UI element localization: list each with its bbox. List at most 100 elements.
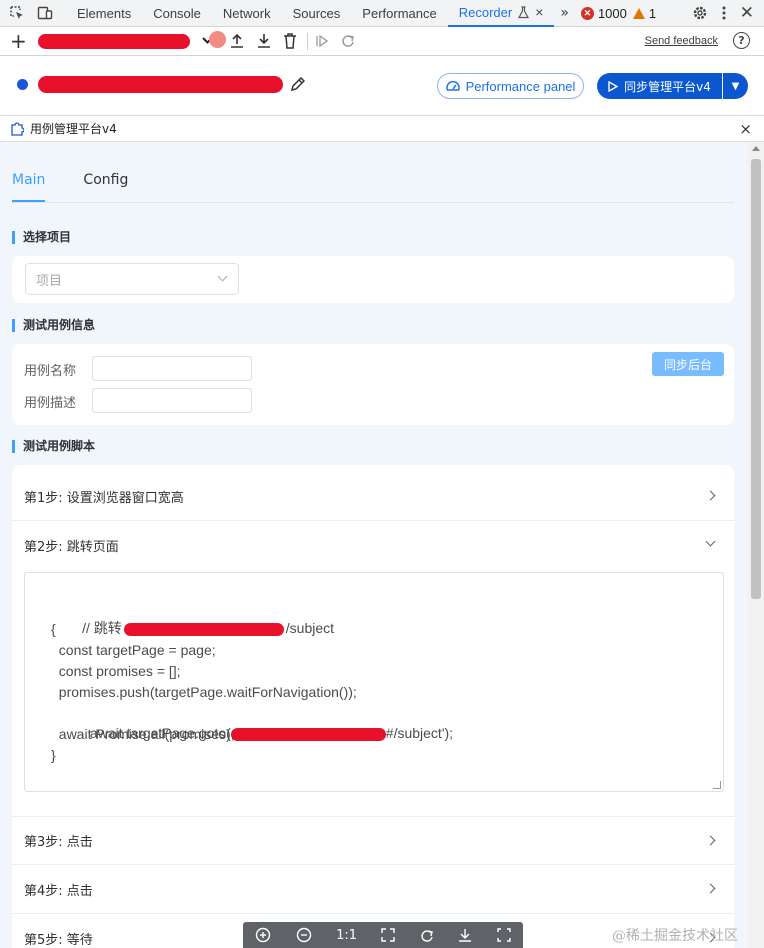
warning-icon	[632, 7, 645, 19]
import-download-icon[interactable]	[257, 33, 271, 49]
tab-config[interactable]: Config	[83, 172, 128, 202]
error-count: 1000	[597, 5, 627, 21]
step-row[interactable]: 第4步: 点击	[12, 865, 734, 914]
code-line: {	[51, 621, 56, 637]
tabs-divider	[12, 202, 734, 203]
code-line: await Promise.all(promises);	[51, 726, 235, 742]
recording-header: Performance panel 同步管理平台v4 ▼	[0, 56, 764, 116]
edit-pencil-icon[interactable]	[290, 77, 305, 92]
redacted-url	[230, 727, 386, 741]
code-line: const targetPage = page;	[51, 642, 216, 658]
script-title: 测试用例脚本	[12, 440, 95, 453]
code-comment-prefix: // 跳转	[82, 620, 122, 636]
recorder-toolbar: + Send feedback ?	[0, 27, 764, 56]
error-icon: ✕	[580, 6, 594, 20]
case-name-label: 用例名称	[24, 364, 77, 379]
fit-screen-icon[interactable]	[497, 928, 511, 942]
warning-count-badge[interactable]: 1	[632, 5, 657, 21]
close-extension-icon[interactable]: ×	[739, 120, 752, 138]
code-line: const promises = [];	[51, 663, 181, 679]
code-line: }	[51, 747, 56, 763]
scrollbar-thumb[interactable]	[751, 159, 761, 599]
project-card: 项目	[12, 256, 734, 303]
step-row[interactable]: 第1步: 设置浏览器窗口宽高	[12, 472, 734, 521]
zoom-in-icon[interactable]	[255, 927, 271, 943]
case-name-input[interactable]	[92, 356, 252, 381]
toolbar-divider	[307, 33, 308, 50]
step-code-textarea[interactable]: // 跳转/subject { const targetPage = page;…	[24, 572, 724, 792]
step-row[interactable]: 第2步: 跳转页面	[12, 521, 734, 570]
devtools-tab-bar: Elements Console Network Sources Perform…	[0, 0, 764, 27]
code-comment-suffix: /subject	[285, 620, 335, 636]
gauge-icon	[445, 80, 460, 91]
chevron-down-icon	[705, 536, 716, 547]
tab-network[interactable]: Network	[212, 0, 282, 27]
case-info-title: 测试用例信息	[12, 319, 95, 332]
warning-count: 1	[648, 5, 657, 21]
chevron-right-icon	[705, 835, 716, 846]
sync-dropdown-arrow-icon[interactable]: ▼	[723, 73, 748, 99]
tab-performance[interactable]: Performance	[351, 0, 447, 27]
step-label: 第3步: 点击	[24, 835, 93, 850]
close-devtools-icon[interactable]: ✕	[740, 3, 754, 23]
send-feedback-link[interactable]: Send feedback	[645, 35, 718, 47]
project-select[interactable]: 项目	[25, 263, 239, 295]
create-recording-icon[interactable]: +	[10, 31, 27, 51]
main-tabs: Main Config	[12, 172, 128, 202]
step-label: 第1步: 设置浏览器窗口宽高	[24, 490, 184, 506]
select-project-title: 选择项目	[12, 231, 71, 244]
recording-status-dot	[17, 79, 28, 90]
extension-header: 用例管理平台v4 ×	[0, 116, 764, 142]
chevron-down-icon	[217, 271, 228, 282]
steps-card: 第1步: 设置浏览器窗口宽高 第2步: 跳转页面 // 跳转/subject {…	[12, 465, 734, 948]
tab-recorder[interactable]: Recorder ×	[447, 0, 555, 27]
delete-trash-icon[interactable]	[283, 33, 297, 49]
step-label: 第4步: 点击	[24, 883, 93, 899]
sync-backend-button[interactable]: 同步后台	[652, 352, 724, 376]
watermark: @稀土掘金技术社区	[612, 928, 738, 944]
main-panel: Main Config 选择项目 项目 测试用例信息 用例名称 用例描述 同步后…	[0, 142, 748, 948]
zoom-out-icon[interactable]	[296, 927, 312, 943]
download-icon[interactable]	[458, 928, 472, 942]
device-toolbar-icon[interactable]	[34, 2, 56, 24]
actual-size-button[interactable]: 1:1	[336, 928, 357, 943]
settings-gear-icon[interactable]	[692, 5, 708, 21]
performance-panel-button[interactable]: Performance panel	[437, 73, 584, 99]
sync-platform-label: 同步管理平台v4	[624, 79, 711, 94]
step-label: 第5步: 等待	[24, 932, 93, 948]
resize-handle-icon[interactable]	[713, 781, 721, 789]
step-row[interactable]: 第3步: 点击	[12, 816, 734, 865]
extension-title: 用例管理平台v4	[30, 122, 117, 136]
step-label: 第2步: 跳转页面	[24, 540, 119, 555]
close-tab-icon[interactable]: ×	[535, 0, 543, 26]
redacted-recording-title	[38, 76, 283, 93]
replay-icon[interactable]	[341, 34, 355, 48]
more-tabs-icon[interactable]: »	[554, 5, 575, 21]
record-dot-icon[interactable]	[209, 31, 226, 48]
inspect-element-icon[interactable]	[6, 2, 28, 24]
redacted-recording-select[interactable]	[38, 34, 190, 49]
rotate-icon[interactable]	[420, 928, 434, 942]
error-count-badge[interactable]: ✕ 1000	[580, 5, 627, 21]
play-icon	[608, 80, 619, 92]
step-replay-icon[interactable]	[316, 35, 328, 47]
tab-sources[interactable]: Sources	[282, 0, 352, 27]
more-options-icon[interactable]	[722, 5, 726, 21]
redacted-url	[123, 622, 284, 636]
image-viewer-toolbar: 1:1	[243, 922, 523, 948]
flask-icon	[518, 5, 530, 18]
case-desc-input[interactable]	[92, 388, 252, 413]
scroll-up-arrow-icon[interactable]	[752, 146, 760, 151]
chevron-right-icon	[705, 490, 716, 501]
fullscreen-expand-icon[interactable]	[381, 928, 396, 942]
case-desc-label: 用例描述	[24, 396, 77, 411]
tab-console[interactable]: Console	[142, 0, 212, 27]
export-upload-icon[interactable]	[230, 33, 244, 49]
tab-recorder-label: Recorder	[458, 4, 513, 20]
tab-elements[interactable]: Elements	[66, 0, 142, 27]
sync-platform-button[interactable]: 同步管理平台v4	[597, 73, 722, 99]
vertical-scrollbar[interactable]	[748, 142, 764, 948]
extension-puzzle-icon	[11, 121, 24, 136]
help-icon[interactable]: ?	[733, 32, 750, 49]
tab-main[interactable]: Main	[12, 172, 46, 202]
